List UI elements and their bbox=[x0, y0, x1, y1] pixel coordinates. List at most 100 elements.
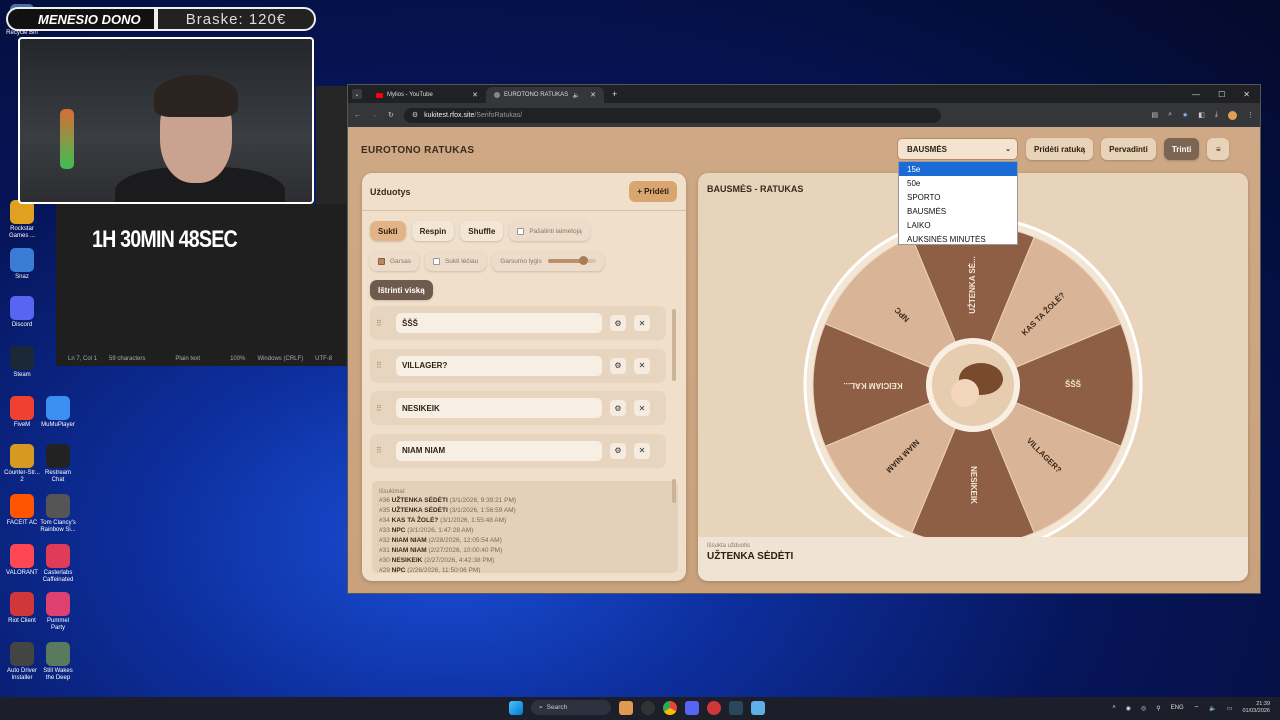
desktop-shortcut[interactable]: Pummel Party bbox=[40, 592, 76, 632]
dropdown-option[interactable]: AUKSINĖS MINUTĖS bbox=[899, 232, 1017, 246]
volume-icon[interactable]: 🔈 bbox=[1209, 705, 1216, 712]
downloads-icon[interactable]: ⤓ bbox=[1215, 111, 1218, 120]
respin-button[interactable]: Respin bbox=[411, 221, 455, 241]
wheel-container[interactable]: UŽTENKA SĖ... KAS TA ŽOLĖ? ŠŠŠ VILLAGER? NES… bbox=[798, 215, 1148, 565]
checkbox-checked-icon[interactable] bbox=[378, 257, 385, 265]
task-name-field[interactable]: NIAM NIAM bbox=[396, 440, 602, 461]
reload-icon[interactable]: ↻ bbox=[388, 111, 394, 119]
taskbar-search[interactable]: ⌕ Search bbox=[531, 700, 611, 715]
tray-chevron-icon[interactable]: ˄ bbox=[1112, 705, 1116, 711]
desktop-shortcut[interactable]: MuMuPlayer bbox=[40, 396, 76, 429]
add-task-button[interactable]: + Pridėti bbox=[629, 181, 677, 202]
desktop-shortcut[interactable]: Snaz bbox=[4, 248, 40, 281]
close-icon[interactable]: ✕ bbox=[634, 400, 650, 416]
spin-button[interactable]: Sukti bbox=[370, 221, 406, 241]
sound-toggle[interactable]: Garsas bbox=[370, 251, 419, 271]
close-tab-icon[interactable]: ✕ bbox=[590, 91, 596, 99]
tab-eurotono[interactable]: EUROTONO RATUKAS 🔈 ✕ bbox=[486, 87, 604, 103]
desktop-shortcut[interactable]: Counter-Str... 2 bbox=[4, 444, 40, 484]
desktop-shortcut[interactable]: Auto Driver Installer bbox=[4, 642, 40, 682]
drag-handle-icon[interactable]: ⠿ bbox=[376, 319, 392, 328]
maximize-icon[interactable]: ☐ bbox=[1218, 90, 1225, 99]
tab-list-icon[interactable]: ⌄ bbox=[352, 89, 362, 99]
wifi-icon[interactable]: ⌔ bbox=[1194, 704, 1200, 712]
desktop-shortcut[interactable]: VALORANT bbox=[4, 544, 40, 577]
site-info-icon[interactable]: ⚙ bbox=[412, 111, 418, 119]
shuffle-button[interactable]: Shuffle bbox=[460, 221, 504, 241]
drag-handle-icon[interactable]: ⠿ bbox=[376, 446, 392, 455]
close-window-icon[interactable]: ✕ bbox=[1243, 90, 1250, 99]
desktop-shortcut[interactable]: FACEIT AC bbox=[4, 494, 40, 527]
forward-icon[interactable]: → bbox=[371, 112, 378, 119]
history-scrollbar[interactable] bbox=[672, 479, 676, 503]
bookmark-star-icon[interactable]: ★ bbox=[1182, 111, 1188, 120]
language-indicator[interactable]: ENG bbox=[1171, 705, 1184, 711]
tab-youtube[interactable]: Mylios - YouTube ✕ bbox=[368, 87, 486, 103]
dropdown-option[interactable]: 50e bbox=[899, 176, 1017, 190]
desktop-shortcut[interactable]: Riot Client bbox=[4, 592, 40, 625]
chrome-icon[interactable] bbox=[663, 700, 677, 715]
menu-dots-icon[interactable]: ⋮ bbox=[1247, 111, 1254, 120]
tray-app-icon[interactable]: ◎ bbox=[1141, 705, 1146, 712]
task-list-scrollbar[interactable] bbox=[672, 309, 676, 381]
desktop-shortcut[interactable]: FiveM bbox=[4, 396, 40, 429]
spin-slow-toggle[interactable]: Sukti lėčiau bbox=[424, 251, 487, 271]
rename-button[interactable]: Pervadinti bbox=[1101, 138, 1156, 160]
add-wheel-button[interactable]: Pridėti ratuką bbox=[1026, 138, 1094, 160]
task-name-field[interactable]: NESIKEIK bbox=[396, 398, 602, 418]
tray-app-icon[interactable]: ◉ bbox=[1126, 705, 1131, 712]
desktop-shortcut[interactable]: Casterlabs Caffeinated bbox=[40, 544, 76, 584]
task-row[interactable]: ⠿ NESIKEIK ⚙ ✕ bbox=[370, 391, 666, 425]
dropdown-option[interactable]: BAUSMĖS bbox=[899, 204, 1017, 218]
hamburger-menu-icon[interactable]: ≡ bbox=[1207, 138, 1230, 160]
widgets-icon[interactable] bbox=[619, 700, 633, 715]
close-icon[interactable]: ✕ bbox=[634, 442, 650, 459]
discord-icon[interactable] bbox=[685, 700, 699, 715]
task-row[interactable]: ⠿ VILLAGER? ⚙ ✕ bbox=[370, 348, 666, 383]
desktop-shortcut[interactable]: Tom Clancy's Rainbow Si... bbox=[40, 494, 76, 534]
steam-icon[interactable] bbox=[729, 700, 743, 715]
notepad-icon[interactable] bbox=[751, 700, 765, 715]
drag-handle-icon[interactable]: ⠿ bbox=[376, 361, 392, 370]
dropdown-option[interactable]: 15e bbox=[899, 162, 1017, 176]
profile-avatar-icon[interactable] bbox=[1228, 110, 1237, 120]
wheel-select[interactable]: BAUSMĖS ⌄ bbox=[897, 138, 1018, 160]
task-row[interactable]: ⠿ ŠŠŠ ⚙ ✕ bbox=[370, 306, 666, 340]
obs-icon[interactable] bbox=[641, 700, 655, 715]
settings-gear-icon[interactable]: ⚙ bbox=[610, 442, 626, 459]
new-tab-icon[interactable]: + bbox=[612, 89, 617, 99]
casterlabs-icon[interactable] bbox=[707, 700, 721, 715]
extensions-icon[interactable]: ◧ bbox=[1198, 111, 1205, 120]
battery-icon[interactable]: ▭ bbox=[1227, 705, 1233, 712]
volume-slider-knob[interactable] bbox=[578, 256, 588, 265]
tray-app-icon[interactable]: ⚲ bbox=[1156, 705, 1160, 712]
windows-start-icon[interactable] bbox=[509, 700, 523, 715]
checkbox-icon[interactable] bbox=[432, 257, 440, 265]
settings-gear-icon[interactable]: ⚙ bbox=[610, 357, 626, 374]
prize-wheel[interactable]: UŽTENKA SĖ...KAS TA ŽOLĖ?ŠŠŠVILLAGER?NES… bbox=[798, 215, 1148, 565]
close-tab-icon[interactable]: ✕ bbox=[472, 91, 478, 99]
drag-handle-icon[interactable]: ⠿ bbox=[376, 404, 392, 413]
zoom-icon[interactable]: ⌕ bbox=[1168, 111, 1172, 120]
close-icon[interactable]: ✕ bbox=[634, 357, 650, 374]
task-row[interactable]: ⠿ NIAM NIAM ⚙ ✕ bbox=[370, 433, 666, 468]
task-name-field[interactable]: ŠŠŠ bbox=[396, 313, 602, 333]
speaker-icon[interactable]: 🔈 bbox=[573, 92, 580, 99]
dropdown-option[interactable]: SPORTO bbox=[899, 190, 1017, 204]
clear-all-button[interactable]: Ištrinti viską bbox=[370, 280, 433, 300]
minimize-icon[interactable]: — bbox=[1192, 90, 1200, 99]
settings-gear-icon[interactable]: ⚙ bbox=[610, 400, 626, 416]
back-icon[interactable]: ← bbox=[354, 112, 361, 119]
desktop-shortcut[interactable]: Restream Chat bbox=[40, 444, 76, 484]
checkbox-icon[interactable] bbox=[517, 227, 525, 235]
desktop-shortcut[interactable]: Still Wakes the Deep bbox=[40, 642, 76, 682]
close-icon[interactable]: ✕ bbox=[634, 315, 650, 331]
url-field[interactable]: ⚙ kukitest.rfox.site/SerifoRatukas/ bbox=[403, 107, 942, 123]
delete-button[interactable]: Trinti bbox=[1163, 138, 1200, 160]
task-name-field[interactable]: VILLAGER? bbox=[396, 355, 602, 376]
translate-icon[interactable]: ▤ bbox=[1151, 111, 1158, 120]
clock[interactable]: 21:39 01/03/2026 bbox=[1242, 701, 1270, 715]
dropdown-option[interactable]: LAIKO bbox=[899, 218, 1017, 232]
volume-slider[interactable] bbox=[547, 256, 596, 265]
desktop-shortcut[interactable]: Discord bbox=[4, 296, 40, 329]
